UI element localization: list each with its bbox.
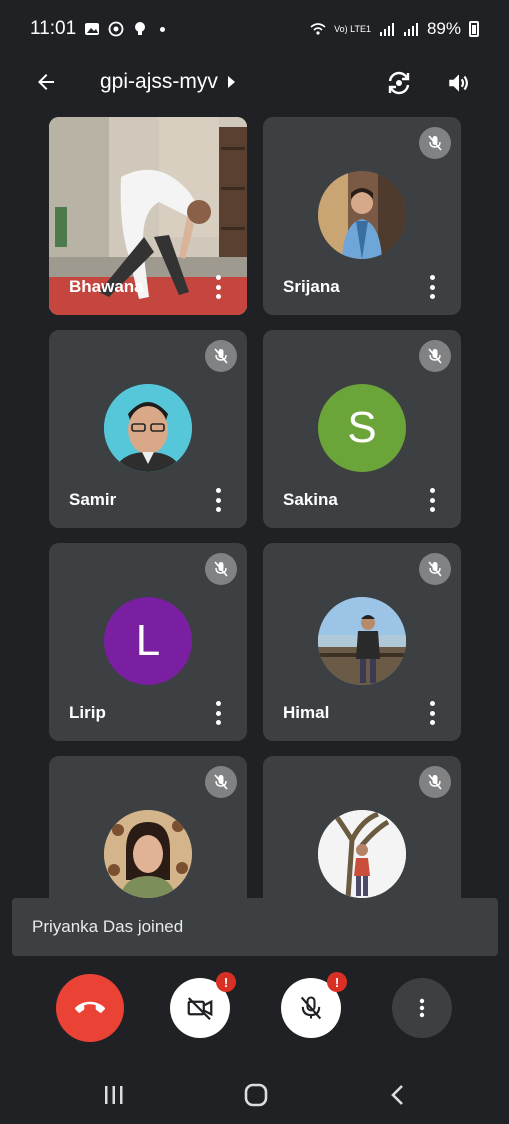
participant-avatar: S [318, 384, 406, 472]
meeting-code-button[interactable]: gpi-ajss-myv [100, 70, 235, 94]
participant-avatar [104, 810, 192, 898]
participant-avatar [318, 171, 406, 259]
more-options-icon[interactable] [423, 488, 441, 512]
more-options-icon[interactable] [423, 701, 441, 725]
mic-off-icon [205, 553, 237, 585]
caret-right-icon [227, 76, 235, 88]
participant-name: Samir [69, 490, 117, 509]
join-notification: Priyanka Das joined [12, 898, 498, 956]
system-back-button[interactable] [378, 1080, 418, 1110]
participant-tile[interactable]: S Sakina [263, 330, 461, 528]
chevron-left-icon [391, 1085, 403, 1105]
switch-camera-icon [388, 71, 410, 95]
join-notification-text: Priyanka Das joined [32, 917, 184, 936]
more-options-icon[interactable] [209, 275, 227, 299]
participant-grid: Bhawana Srijana Samir S Sakina L Lirip H… [0, 0, 509, 898]
mic-toggle-button[interactable]: ! [281, 972, 347, 1038]
mic-off-icon [419, 340, 451, 372]
home-button[interactable] [236, 1080, 276, 1110]
more-options-icon[interactable] [209, 701, 227, 725]
recents-icon [105, 1086, 123, 1104]
participant-tile[interactable] [263, 756, 461, 898]
participant-name: Himal [283, 703, 330, 722]
camera-off-icon [187, 997, 213, 1021]
more-vert-icon [419, 998, 425, 1018]
switch-camera-button[interactable] [382, 66, 416, 100]
participant-avatar: L [104, 597, 192, 685]
mic-off-icon [205, 766, 237, 798]
participant-tile[interactable]: Himal [263, 543, 461, 741]
participant-tile[interactable]: Samir [49, 330, 247, 528]
meeting-code: gpi-ajss-myv [100, 70, 218, 93]
camera-toggle-button[interactable]: ! [170, 972, 236, 1038]
volume-icon [449, 74, 468, 92]
avatar-initial: S [347, 403, 377, 452]
participant-tile[interactable]: Srijana [263, 117, 461, 315]
mic-off-icon [300, 996, 322, 1020]
system-nav-bar [0, 1064, 509, 1124]
participant-avatar [104, 384, 192, 472]
participant-avatar [318, 597, 406, 685]
participant-tile[interactable]: Bhawana [49, 117, 247, 315]
participant-name: Bhawana [69, 277, 144, 296]
speaker-button[interactable] [442, 66, 476, 100]
recents-button[interactable] [94, 1080, 134, 1110]
end-call-button[interactable] [56, 974, 124, 1042]
app-bar: gpi-ajss-myv [0, 58, 509, 106]
more-options-icon[interactable] [423, 275, 441, 299]
back-button[interactable] [30, 66, 62, 98]
more-options-icon[interactable] [209, 488, 227, 512]
mic-alert-badge: ! [327, 972, 347, 992]
arrow-left-icon [38, 74, 54, 90]
mic-off-icon [419, 766, 451, 798]
hang-up-icon [75, 1001, 105, 1013]
participant-tile[interactable] [49, 756, 247, 898]
avatar-initial: L [135, 616, 161, 665]
mic-off-icon [205, 340, 237, 372]
mic-off-icon [419, 553, 451, 585]
participant-name: Lirip [69, 703, 106, 722]
more-options-button[interactable] [392, 978, 452, 1038]
participant-avatar [318, 810, 406, 898]
participant-name: Sakina [283, 490, 338, 509]
home-icon [244, 1083, 268, 1107]
participant-tile[interactable]: L Lirip [49, 543, 247, 741]
mic-off-icon [419, 127, 451, 159]
call-controls: ! ! [0, 970, 509, 1050]
participant-name: Srijana [283, 277, 340, 296]
camera-alert-badge: ! [216, 972, 236, 992]
